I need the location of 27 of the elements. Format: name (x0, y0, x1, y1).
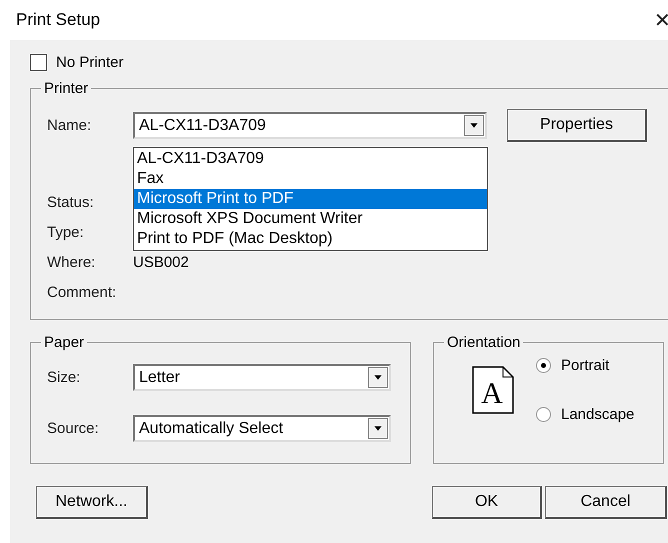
checkbox-label: No Printer (56, 54, 124, 70)
orientation-radio[interactable] (536, 358, 551, 373)
field-label: Size: (47, 369, 82, 386)
dropdown-option[interactable]: Microsoft Print to PDF (134, 189, 487, 209)
cancel-button[interactable]: Cancel (545, 486, 667, 519)
paper-source-dropdown[interactable]: Automatically Select (133, 415, 391, 442)
orientation-radio[interactable] (536, 407, 551, 422)
network-button[interactable]: Network... (36, 486, 148, 519)
group-title: Printer (43, 80, 90, 97)
portrait-page-icon: A (472, 366, 514, 414)
group-title: Orientation (446, 334, 522, 351)
field-value: USB002 (133, 254, 189, 270)
field-label: Where: (47, 254, 96, 270)
radio-label: Portrait (561, 357, 610, 374)
field-label: Source: (47, 420, 100, 437)
field-label: Type: (47, 224, 85, 240)
properties-button[interactable]: Properties (507, 109, 647, 142)
field-label: Name: (47, 117, 92, 134)
field-label: Comment: (47, 284, 118, 300)
radio-label: Landscape (561, 406, 634, 423)
ok-button[interactable]: OK (432, 486, 542, 519)
printer-name-dropdown[interactable]: AL-CX11-D3A709 (133, 112, 487, 139)
group-title: Paper (43, 334, 86, 351)
window-title: Print Setup (16, 10, 100, 30)
no-printer-checkbox[interactable] (30, 54, 47, 70)
paper-size-dropdown[interactable]: Letter (133, 364, 391, 391)
field-label: Status: (47, 194, 95, 210)
